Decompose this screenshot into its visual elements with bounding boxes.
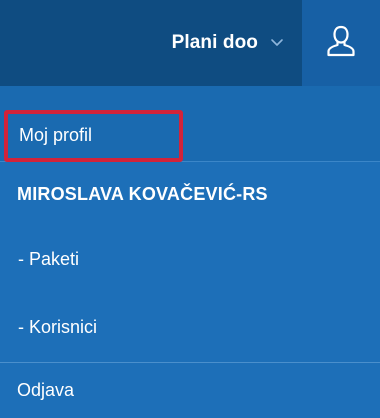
menu-item-my-profile[interactable]: Moj profil [0, 86, 380, 162]
company-selector[interactable]: Plani doo [0, 0, 302, 86]
dropdown-menu: Moj profil MIROSLAVA KOVAČEVIĆ-RS - Pake… [0, 86, 380, 418]
users-label: - Korisnici [18, 316, 98, 337]
menu-item-packages[interactable]: - Paketi [0, 226, 380, 292]
top-bar: Plani doo [0, 0, 380, 86]
menu-item-logout[interactable]: Odjava [0, 363, 380, 418]
user-icon [325, 24, 357, 63]
menu-item-organization[interactable]: MIROSLAVA KOVAČEVIĆ-RS [0, 162, 380, 226]
account-menu-screen: Plani doo Moj profil MIROSLAVA KOVAČEVIĆ… [0, 0, 380, 418]
chevron-down-icon [270, 36, 284, 50]
packages-label: - Paketi [18, 248, 80, 269]
logout-label: Odjava [17, 380, 75, 400]
company-name: Plani doo [171, 32, 258, 53]
my-profile-label: Moj profil [19, 125, 93, 145]
menu-item-users[interactable]: - Korisnici [0, 292, 380, 362]
user-menu-button[interactable] [302, 0, 380, 86]
organization-label: MIROSLAVA KOVAČEVIĆ-RS [17, 183, 268, 204]
